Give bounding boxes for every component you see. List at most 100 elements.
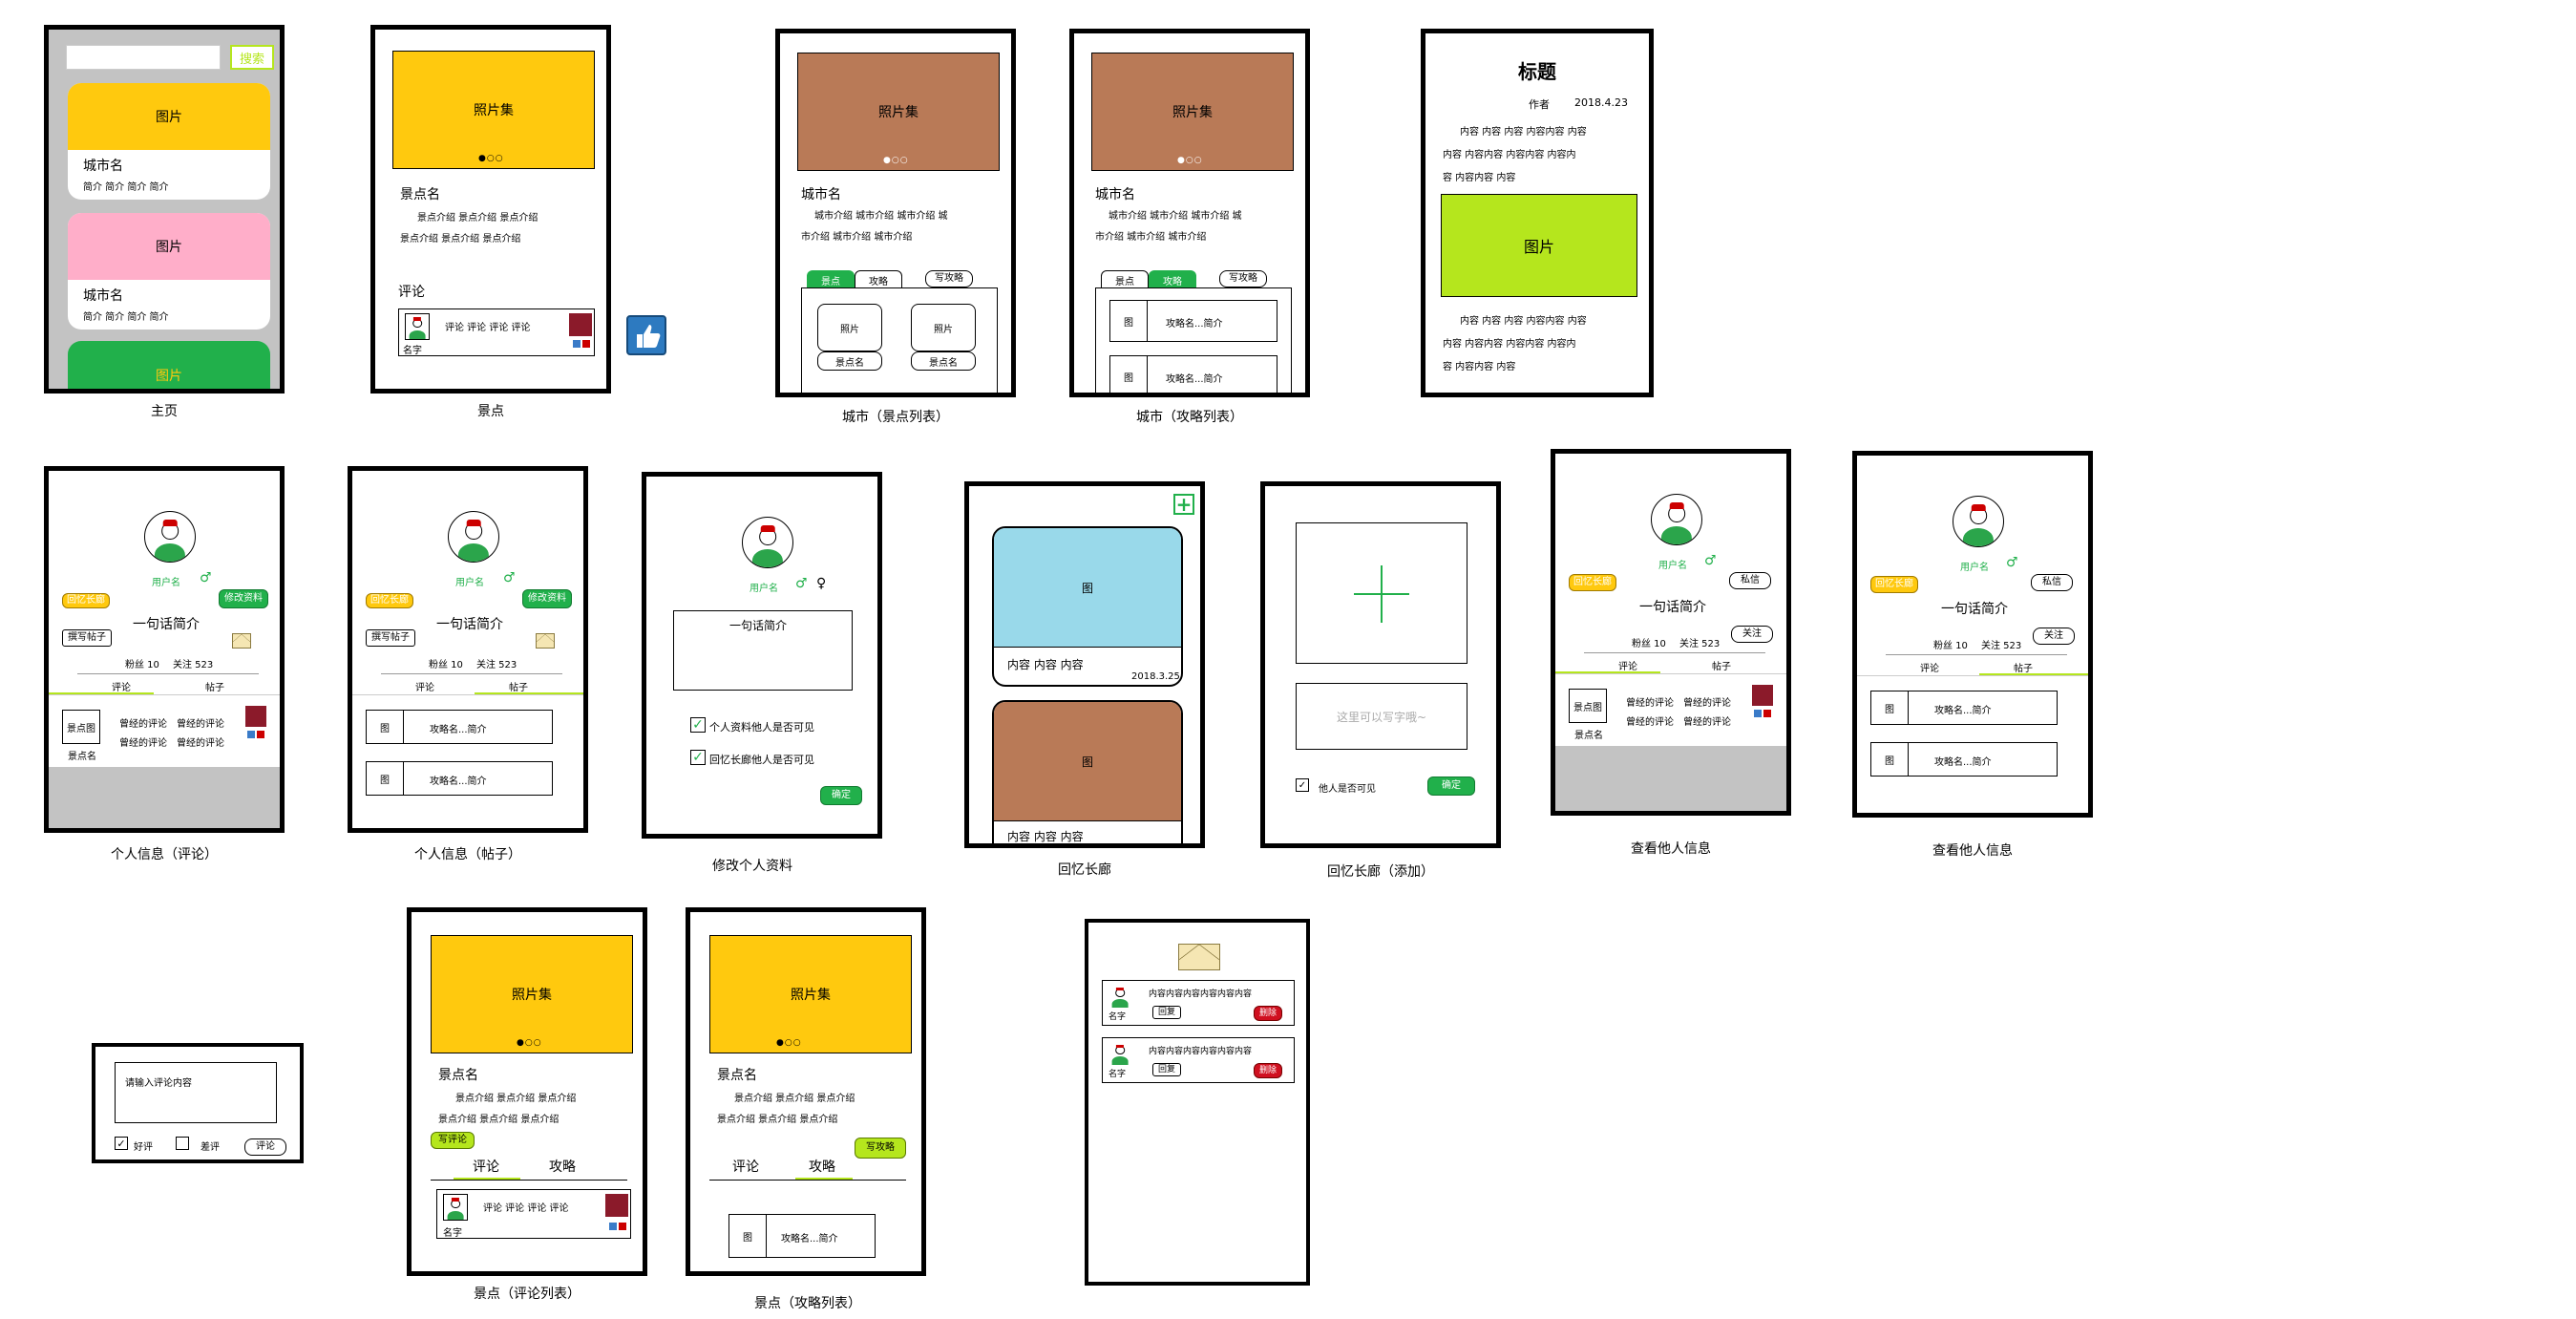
- mail-icon[interactable]: [536, 633, 555, 649]
- city-card[interactable]: 图片: [68, 341, 270, 389]
- carousel-dots[interactable]: ●○○: [517, 1038, 542, 1048]
- memory-button[interactable]: 回忆长廊: [1569, 574, 1616, 591]
- message-item[interactable]: 名字 内容内容内容内容内容内容 回复 删除: [1102, 1037, 1295, 1083]
- carousel-dots[interactable]: ●○○: [776, 1038, 802, 1048]
- comment-textarea[interactable]: 请输入评论内容: [115, 1062, 277, 1123]
- tab-comments[interactable]: 评论: [732, 1157, 759, 1176]
- user-avatar[interactable]: [742, 517, 793, 568]
- carousel-dots[interactable]: ●○○: [1177, 156, 1203, 165]
- photo-gallery[interactable]: 照片集: [709, 935, 912, 1053]
- tab-posts[interactable]: 帖子: [2014, 660, 2033, 674]
- gender-female-icon[interactable]: ♀: [816, 576, 826, 591]
- thumbs-down-icon[interactable]: [245, 706, 266, 727]
- write-comment-button[interactable]: 写评论: [431, 1132, 475, 1149]
- photo-gallery[interactable]: 照片集: [797, 53, 1000, 171]
- tab-posts[interactable]: 帖子: [509, 679, 528, 693]
- delete-button[interactable]: 删除: [1254, 1063, 1282, 1078]
- follow-button[interactable]: 关注: [1731, 626, 1773, 643]
- photo-gallery[interactable]: 照片集: [392, 51, 595, 169]
- user-avatar[interactable]: [1109, 1042, 1131, 1065]
- guide-item[interactable]: 图 攻略名...简介: [728, 1214, 876, 1258]
- reply-button[interactable]: 回复: [1152, 1006, 1181, 1019]
- tab-guides[interactable]: 攻略: [855, 270, 902, 289]
- edit-profile-button[interactable]: 修改资料: [522, 589, 572, 608]
- guide-item[interactable]: 图 攻略名...简介: [1109, 355, 1277, 393]
- user-avatar[interactable]: [405, 313, 430, 340]
- user-avatar[interactable]: [1109, 985, 1131, 1008]
- comment-item[interactable]: 名字 评论 评论 评论 评论: [398, 308, 595, 356]
- write-guide-button[interactable]: 写攻略: [855, 1138, 906, 1159]
- tab-comments[interactable]: 评论: [1618, 658, 1637, 672]
- tab-guides[interactable]: 攻略: [549, 1157, 576, 1176]
- memory-button[interactable]: 回忆长廊: [1870, 576, 1918, 593]
- checkbox-good[interactable]: ✓: [115, 1137, 128, 1150]
- edit-profile-button[interactable]: 修改资料: [219, 589, 268, 608]
- spot-image[interactable]: 景点图: [1569, 689, 1607, 723]
- bio-input[interactable]: 一句话简介: [673, 610, 853, 691]
- thumbs-down-icon[interactable]: [1752, 685, 1773, 706]
- thumbs-down-icon[interactable]: [605, 1194, 628, 1217]
- memory-text-input[interactable]: 这里可以写字哦~: [1296, 683, 1467, 750]
- write-guide-button[interactable]: 写攻略: [1219, 270, 1267, 287]
- guide-item[interactable]: 图 攻略名...简介: [366, 710, 553, 744]
- search-button[interactable]: 搜索: [230, 45, 274, 70]
- spot-photo[interactable]: 照片: [817, 304, 882, 351]
- checkbox-profile-visible[interactable]: ✓: [690, 717, 706, 733]
- gender-male-icon[interactable]: ♂: [795, 576, 808, 591]
- comment-item[interactable]: 名字 评论 评论 评论 评论: [436, 1189, 631, 1239]
- carousel-dots[interactable]: ●○○: [883, 156, 909, 165]
- photo-gallery[interactable]: 照片集: [431, 935, 633, 1053]
- follow-button[interactable]: 关注: [2033, 628, 2075, 645]
- user-avatar[interactable]: [144, 511, 196, 563]
- tab-guides[interactable]: 攻略: [809, 1157, 835, 1176]
- thumbs-down-icon[interactable]: [569, 313, 592, 336]
- city-card[interactable]: 图片 城市名 简介 简介 简介 简介: [68, 83, 270, 200]
- article-image: 图片: [1441, 194, 1637, 297]
- delete-button[interactable]: 删除: [1254, 1006, 1282, 1021]
- guide-item[interactable]: 图 攻略名...简介: [366, 761, 553, 796]
- city-card[interactable]: 图片 城市名 简介 简介 简介 简介: [68, 213, 270, 330]
- checkbox-memory-visible[interactable]: ✓: [690, 750, 706, 765]
- photo-gallery[interactable]: 照片集: [1091, 53, 1294, 171]
- checkbox-bad[interactable]: [176, 1137, 189, 1150]
- memory-card[interactable]: 图 内容 内容 内容 2018.3.25: [992, 526, 1183, 687]
- memory-button[interactable]: 回忆长廊: [366, 593, 413, 608]
- tab-comments[interactable]: 评论: [415, 679, 434, 693]
- mail-icon[interactable]: [232, 633, 251, 649]
- tab-spots[interactable]: 景点: [807, 270, 855, 289]
- checkbox-visible[interactable]: ✓: [1296, 778, 1309, 792]
- blue-badge-icon: [1754, 710, 1762, 717]
- submit-comment-button[interactable]: 评论: [244, 1138, 286, 1156]
- confirm-button[interactable]: 确定: [1427, 777, 1475, 796]
- tab-posts[interactable]: 帖子: [1712, 658, 1731, 672]
- memory-card[interactable]: 图 内容 内容 内容: [992, 700, 1183, 843]
- write-post-button[interactable]: 撰写帖子: [62, 629, 112, 647]
- message-item[interactable]: 名字 内容内容内容内容内容内容 回复 删除: [1102, 980, 1295, 1026]
- user-avatar[interactable]: [448, 511, 499, 563]
- direct-message-button[interactable]: 私信: [2031, 574, 2073, 591]
- spot-photo[interactable]: 照片: [911, 304, 976, 351]
- tab-guides[interactable]: 攻略: [1149, 270, 1196, 289]
- user-avatar[interactable]: [443, 1194, 468, 1221]
- memory-button[interactable]: 回忆长廊: [62, 593, 110, 608]
- carousel-dots[interactable]: ●○○: [478, 154, 504, 163]
- tab-comments[interactable]: 评论: [1920, 660, 1939, 674]
- username[interactable]: 用户名: [750, 580, 778, 594]
- guide-item[interactable]: 图 攻略名...简介: [1109, 300, 1277, 342]
- image-upload[interactable]: [1296, 522, 1467, 664]
- tab-comments[interactable]: 评论: [473, 1157, 499, 1176]
- reply-button[interactable]: 回复: [1152, 1063, 1181, 1076]
- guide-title: 攻略名...简介: [1934, 757, 1992, 768]
- tab-spots[interactable]: 景点: [1101, 270, 1149, 289]
- guide-item[interactable]: 图 攻略名...简介: [1870, 742, 2058, 777]
- search-input[interactable]: [66, 45, 221, 70]
- add-icon[interactable]: +: [1173, 494, 1194, 515]
- confirm-button[interactable]: 确定: [820, 786, 862, 805]
- direct-message-button[interactable]: 私信: [1729, 572, 1771, 589]
- write-guide-button[interactable]: 写攻略: [925, 270, 973, 287]
- tab-posts[interactable]: 帖子: [205, 679, 224, 693]
- guide-item[interactable]: 图 攻略名...简介: [1870, 691, 2058, 725]
- tab-comments[interactable]: 评论: [112, 679, 131, 693]
- spot-image[interactable]: 景点图: [62, 710, 100, 744]
- write-post-button[interactable]: 撰写帖子: [366, 629, 415, 647]
